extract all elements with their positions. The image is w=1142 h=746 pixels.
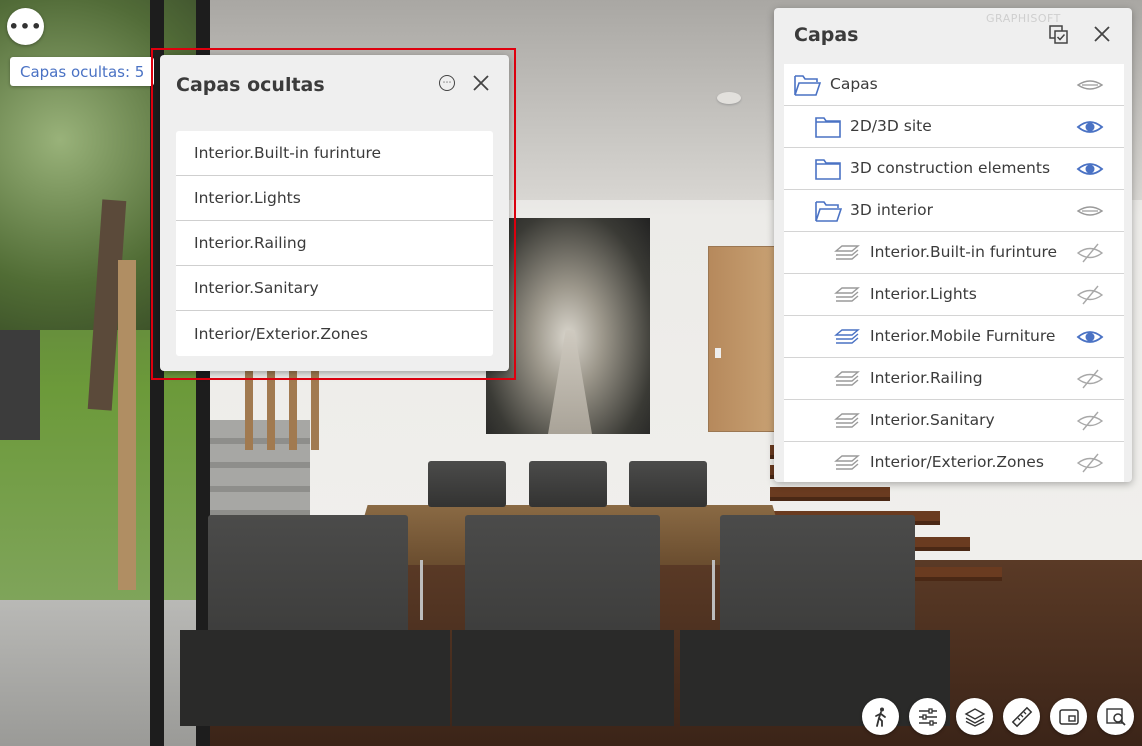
layer-icon	[832, 451, 860, 475]
hidden-layer-item[interactable]: Interior.Lights	[176, 176, 493, 221]
chair	[529, 461, 607, 507]
hidden-layers-list: Interior.Built-in furinture Interior.Lig…	[176, 131, 493, 356]
eye-icon[interactable]	[1076, 115, 1104, 139]
eye-hidden-icon[interactable]	[1076, 451, 1104, 475]
chair-seat	[180, 630, 450, 726]
popup-title: Capas ocultas	[176, 74, 325, 96]
layer-row[interactable]: Interior.Built-in furinture	[784, 232, 1124, 274]
layer-label: Interior.Railing	[870, 369, 983, 387]
stair-step	[770, 487, 890, 497]
layer-row[interactable]: Capas	[784, 64, 1124, 106]
eye-hidden-icon[interactable]	[1076, 241, 1104, 265]
hidden-layer-item[interactable]: Interior/Exterior.Zones	[176, 311, 493, 356]
layer-icon	[832, 367, 860, 391]
eye-partial-icon[interactable]	[1076, 199, 1104, 223]
layer-label: Interior/Exterior.Zones	[870, 453, 1044, 471]
more-dots-icon: •••	[8, 17, 43, 36]
neighbour-house	[0, 330, 40, 440]
layer-row[interactable]: Interior.Railing	[784, 358, 1124, 400]
layer-row[interactable]: 3D interior	[784, 190, 1124, 232]
settings-sliders-icon	[918, 707, 937, 726]
folder-icon	[814, 115, 842, 139]
bottom-toolbar	[862, 698, 1134, 736]
eye-hidden-icon[interactable]	[1076, 283, 1104, 307]
layers-icon	[964, 707, 985, 727]
panel-title: Capas	[794, 24, 859, 46]
chair-seat	[452, 630, 674, 726]
layer-row[interactable]: 3D construction elements	[784, 148, 1124, 190]
layer-icon	[832, 241, 860, 265]
hidden-layer-item[interactable]: Interior.Railing	[176, 221, 493, 266]
measure-button[interactable]	[1003, 698, 1040, 735]
wooden-door	[708, 246, 778, 432]
layer-label: 2D/3D site	[850, 117, 932, 135]
wooden-pillar	[118, 260, 136, 590]
layer-row[interactable]: 2D/3D site	[784, 106, 1124, 148]
layer-row[interactable]: Interior.Lights	[784, 274, 1124, 316]
layer-label: 3D construction elements	[850, 159, 1051, 177]
layer-row[interactable]: Interior/Exterior.Zones	[784, 442, 1124, 482]
close-icon[interactable]	[470, 72, 492, 94]
more-options-icon[interactable]: ⋯	[439, 75, 455, 91]
hidden-layer-item[interactable]: Interior.Sanitary	[176, 266, 493, 311]
minimap-button[interactable]	[1050, 698, 1087, 735]
layer-label: 3D interior	[850, 201, 934, 219]
layer-row[interactable]: Interior.Sanitary	[784, 400, 1124, 442]
ceiling-lamp	[717, 92, 741, 104]
eye-icon[interactable]	[1076, 157, 1104, 181]
copy-select-icon[interactable]	[1048, 24, 1070, 46]
layer-icon	[832, 325, 860, 349]
more-menu-button[interactable]: •••	[7, 8, 44, 45]
folder-icon	[814, 157, 842, 181]
layer-label: Interior.Lights	[870, 285, 977, 303]
hidden-layer-item[interactable]: Interior.Built-in furinture	[176, 131, 493, 176]
eye-hidden-icon[interactable]	[1076, 367, 1104, 391]
minimap-icon	[1058, 708, 1079, 725]
layer-label: Interior.Mobile Furniture	[870, 327, 1056, 345]
chair-leg	[712, 560, 715, 620]
zoom-search-button[interactable]	[1097, 698, 1134, 735]
settings-button[interactable]	[909, 698, 946, 735]
measure-ruler-icon	[1011, 706, 1032, 727]
layers-tree: Capas 2D/3D site 3D construction elements 3…	[784, 64, 1124, 482]
close-icon[interactable]	[1091, 23, 1113, 45]
folder-open-icon	[814, 199, 843, 223]
layer-icon	[832, 409, 860, 433]
hidden-layers-badge[interactable]: Capas ocultas: 5	[10, 57, 155, 86]
layer-row[interactable]: Interior.Mobile Furniture	[784, 316, 1124, 358]
layers-button[interactable]	[956, 698, 993, 735]
door-handle	[715, 348, 721, 358]
layer-label: Interior.Sanitary	[870, 411, 995, 429]
chair	[629, 461, 707, 507]
folder-open-icon	[793, 73, 822, 97]
chair	[428, 461, 506, 507]
hidden-layers-count: Capas ocultas: 5	[20, 62, 145, 81]
eye-icon[interactable]	[1076, 325, 1104, 349]
walk-icon	[874, 707, 886, 727]
walk-mode-button[interactable]	[862, 698, 899, 735]
layers-panel: GRAPHISOFT Capas Capas 2D/3D site 3D const…	[774, 8, 1132, 482]
layer-label: Interior.Built-in furinture	[870, 243, 1058, 261]
eye-hidden-icon[interactable]	[1076, 409, 1104, 433]
layer-icon	[832, 283, 860, 307]
layer-label: Capas	[830, 75, 878, 93]
hidden-layers-popup: Capas ocultas ⋯ Interior.Built-in furint…	[160, 55, 509, 371]
eye-partial-icon[interactable]	[1076, 73, 1104, 97]
zoom-search-icon	[1105, 707, 1126, 726]
chair-leg	[420, 560, 423, 620]
